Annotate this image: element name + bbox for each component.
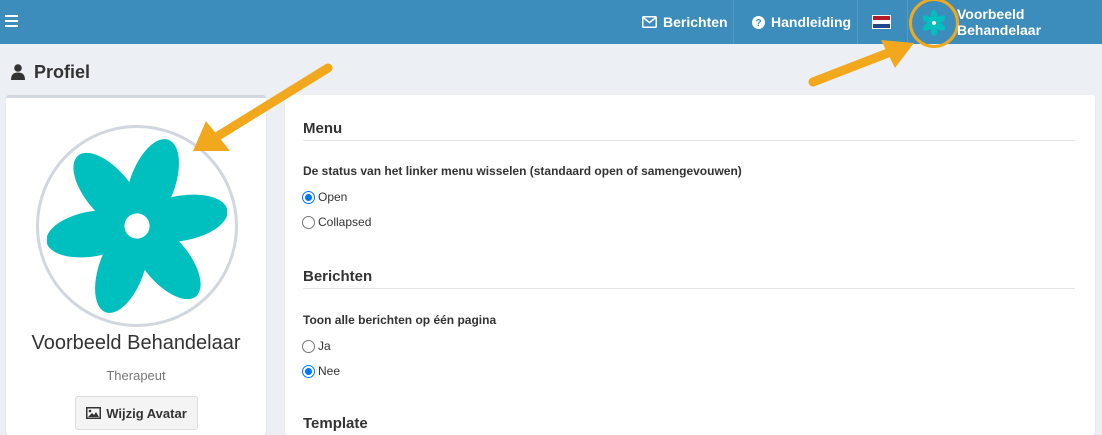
menu-section-title: Menu: [303, 120, 1075, 141]
user-icon: [11, 64, 25, 80]
page-title-text: Profiel: [34, 61, 91, 82]
user-name-label: Voorbeeld Behandelaar: [957, 6, 1042, 38]
change-avatar-label: Wijzig Avatar: [106, 405, 187, 421]
manual-nav-label: Handleiding: [771, 14, 852, 30]
profile-name: Voorbeeld Behandelaar: [31, 332, 241, 354]
radio-label: Open: [318, 190, 348, 204]
messages-section-title: Berichten: [303, 268, 1075, 289]
profile-card: Voorbeeld Behandelaar Therapeut Wijzig A…: [6, 95, 266, 435]
arrow-annotation-navbar: [808, 40, 914, 87]
menu-radio-open[interactable]: Open: [302, 190, 347, 204]
radio-label: Ja: [318, 339, 331, 353]
menu-section-description: De status van het linker menu wisselen (…: [303, 164, 742, 178]
messages-radio-no[interactable]: Nee: [302, 364, 340, 378]
messages-radio-yes[interactable]: Ja: [302, 339, 331, 353]
radio-label: Collapsed: [318, 215, 372, 229]
page-title: Profiel: [11, 60, 90, 84]
language-selector[interactable]: [872, 0, 891, 44]
flower-avatar-icon: [47, 139, 227, 313]
top-navbar: Berichten ? Handleiding Voorbeeld Behand…: [0, 0, 1102, 48]
menu-radio-collapsed[interactable]: Collapsed: [302, 215, 371, 229]
flower-avatar-icon: [922, 10, 946, 36]
radio-button-checked[interactable]: [302, 364, 315, 378]
radio-button[interactable]: [302, 339, 315, 353]
messages-nav-label: Berichten: [663, 14, 728, 30]
envelope-icon: [642, 16, 657, 28]
manual-nav-link[interactable]: ? Handleiding: [752, 0, 851, 44]
messages-section-description: Toon alle berichten op één pagina: [303, 313, 497, 327]
profile-avatar: [36, 125, 238, 327]
image-icon: [86, 407, 102, 419]
svg-text:?: ?: [755, 18, 761, 29]
template-section-title: Template: [303, 415, 368, 432]
change-avatar-button[interactable]: Wijzig Avatar: [75, 396, 198, 430]
dutch-flag-icon: [872, 15, 891, 29]
settings-card: Menu De status van het linker menu wisse…: [285, 95, 1095, 435]
user-menu-name[interactable]: Voorbeeld Behandelaar: [957, 0, 1102, 44]
profile-role: Therapeut: [106, 368, 166, 383]
question-circle-icon: ?: [752, 15, 765, 29]
user-menu-avatar[interactable]: [909, 0, 959, 48]
radio-label: Nee: [318, 364, 341, 378]
messages-nav-link[interactable]: Berichten: [642, 0, 728, 44]
menu-toggle-icon[interactable]: [5, 12, 19, 32]
radio-button[interactable]: [302, 215, 315, 229]
radio-button-checked[interactable]: [302, 190, 315, 204]
